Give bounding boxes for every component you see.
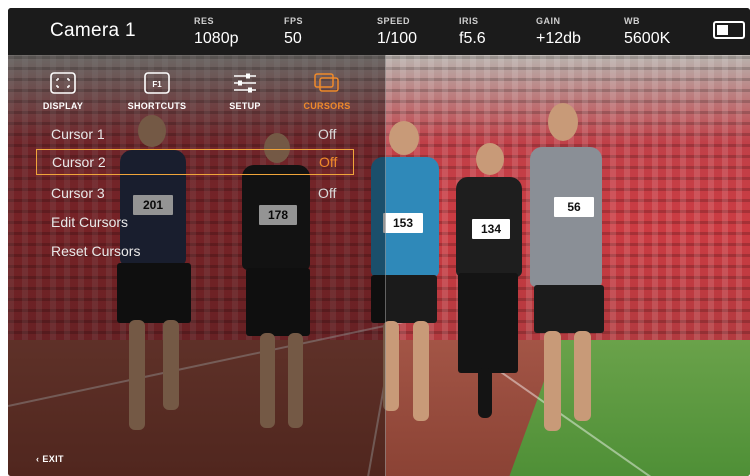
camera-feed-image: 201 178 153 134 56 (8, 55, 750, 476)
menu-item-cursor-2[interactable]: Cursor 2 Off (36, 149, 354, 175)
stat-value: 1/100 (377, 30, 418, 47)
cursors-icon (314, 73, 339, 92)
stat-res[interactable]: RES 1080p (194, 16, 239, 48)
stat-value: 1080p (194, 30, 239, 47)
menu-item-value: Off (318, 126, 337, 142)
tab-label: SETUP (229, 101, 261, 111)
svg-text:F1: F1 (152, 80, 162, 89)
menu-item-label: Edit Cursors (51, 214, 129, 230)
stat-label: SPEED (377, 16, 411, 26)
menu-overlay-dim (8, 55, 386, 476)
stat-speed[interactable]: SPEED 1/100 (377, 16, 417, 48)
exit-button[interactable]: ‹ EXIT (36, 454, 64, 464)
tab-label: DISPLAY (42, 101, 84, 111)
stat-fps[interactable]: FPS 50 (284, 16, 303, 48)
stat-value: f5.6 (459, 30, 486, 47)
stat-label: WB (624, 16, 640, 26)
runner-bib: 153 (383, 213, 423, 233)
menu-item-cursor-1[interactable]: Cursor 1 Off (36, 121, 354, 147)
tab-display[interactable]: DISPLAY (28, 72, 98, 111)
display-icon (50, 72, 76, 94)
menu-item-reset-cursors[interactable]: Reset Cursors (36, 238, 354, 264)
camera-title: Camera 1 (50, 20, 136, 41)
stat-label: FPS (284, 16, 304, 26)
runner-bib: 134 (472, 219, 510, 239)
tab-setup[interactable]: SETUP (210, 72, 280, 111)
stat-label: IRIS (459, 16, 479, 26)
stat-label: RES (194, 16, 215, 26)
overlay-divider (385, 55, 386, 476)
stat-label: GAIN (536, 16, 561, 26)
stat-value: +12db (536, 30, 581, 47)
stat-iris[interactable]: IRIS f5.6 (459, 16, 486, 48)
menu-item-edit-cursors[interactable]: Edit Cursors (36, 209, 354, 235)
chevron-left-icon: ‹ (36, 454, 40, 464)
menu-item-label: Cursor 3 (51, 185, 105, 201)
menu-item-label: Cursor 2 (52, 154, 106, 170)
toggle-knob-icon (717, 25, 728, 35)
stat-wb[interactable]: WB 5600K (624, 16, 670, 48)
f1-icon: F1 (144, 72, 170, 94)
tab-label: SHORTCUTS (127, 101, 187, 111)
stat-gain[interactable]: GAIN +12db (536, 16, 581, 48)
tab-cursors[interactable]: CURSORS (292, 72, 362, 111)
menu-item-label: Cursor 1 (51, 126, 105, 142)
stat-value: 50 (284, 30, 302, 47)
tab-shortcuts[interactable]: F1 SHORTCUTS (122, 72, 192, 111)
top-status-bar: Camera 1 RES 1080p FPS 50 SPEED 1/100 IR… (8, 8, 750, 55)
menu-item-value: Off (319, 154, 338, 170)
view-toggle-button[interactable] (713, 21, 745, 39)
stat-value: 5600K (624, 30, 671, 47)
sliders-icon (234, 73, 256, 93)
camera-monitor-frame: Camera 1 RES 1080p FPS 50 SPEED 1/100 IR… (8, 8, 750, 476)
menu-item-label: Reset Cursors (51, 243, 141, 259)
tab-label: CURSORS (303, 101, 351, 111)
menu-item-cursor-3[interactable]: Cursor 3 Off (36, 180, 354, 206)
exit-label: EXIT (42, 454, 64, 464)
runner-bib: 56 (554, 197, 594, 217)
menu-item-value: Off (318, 185, 337, 201)
